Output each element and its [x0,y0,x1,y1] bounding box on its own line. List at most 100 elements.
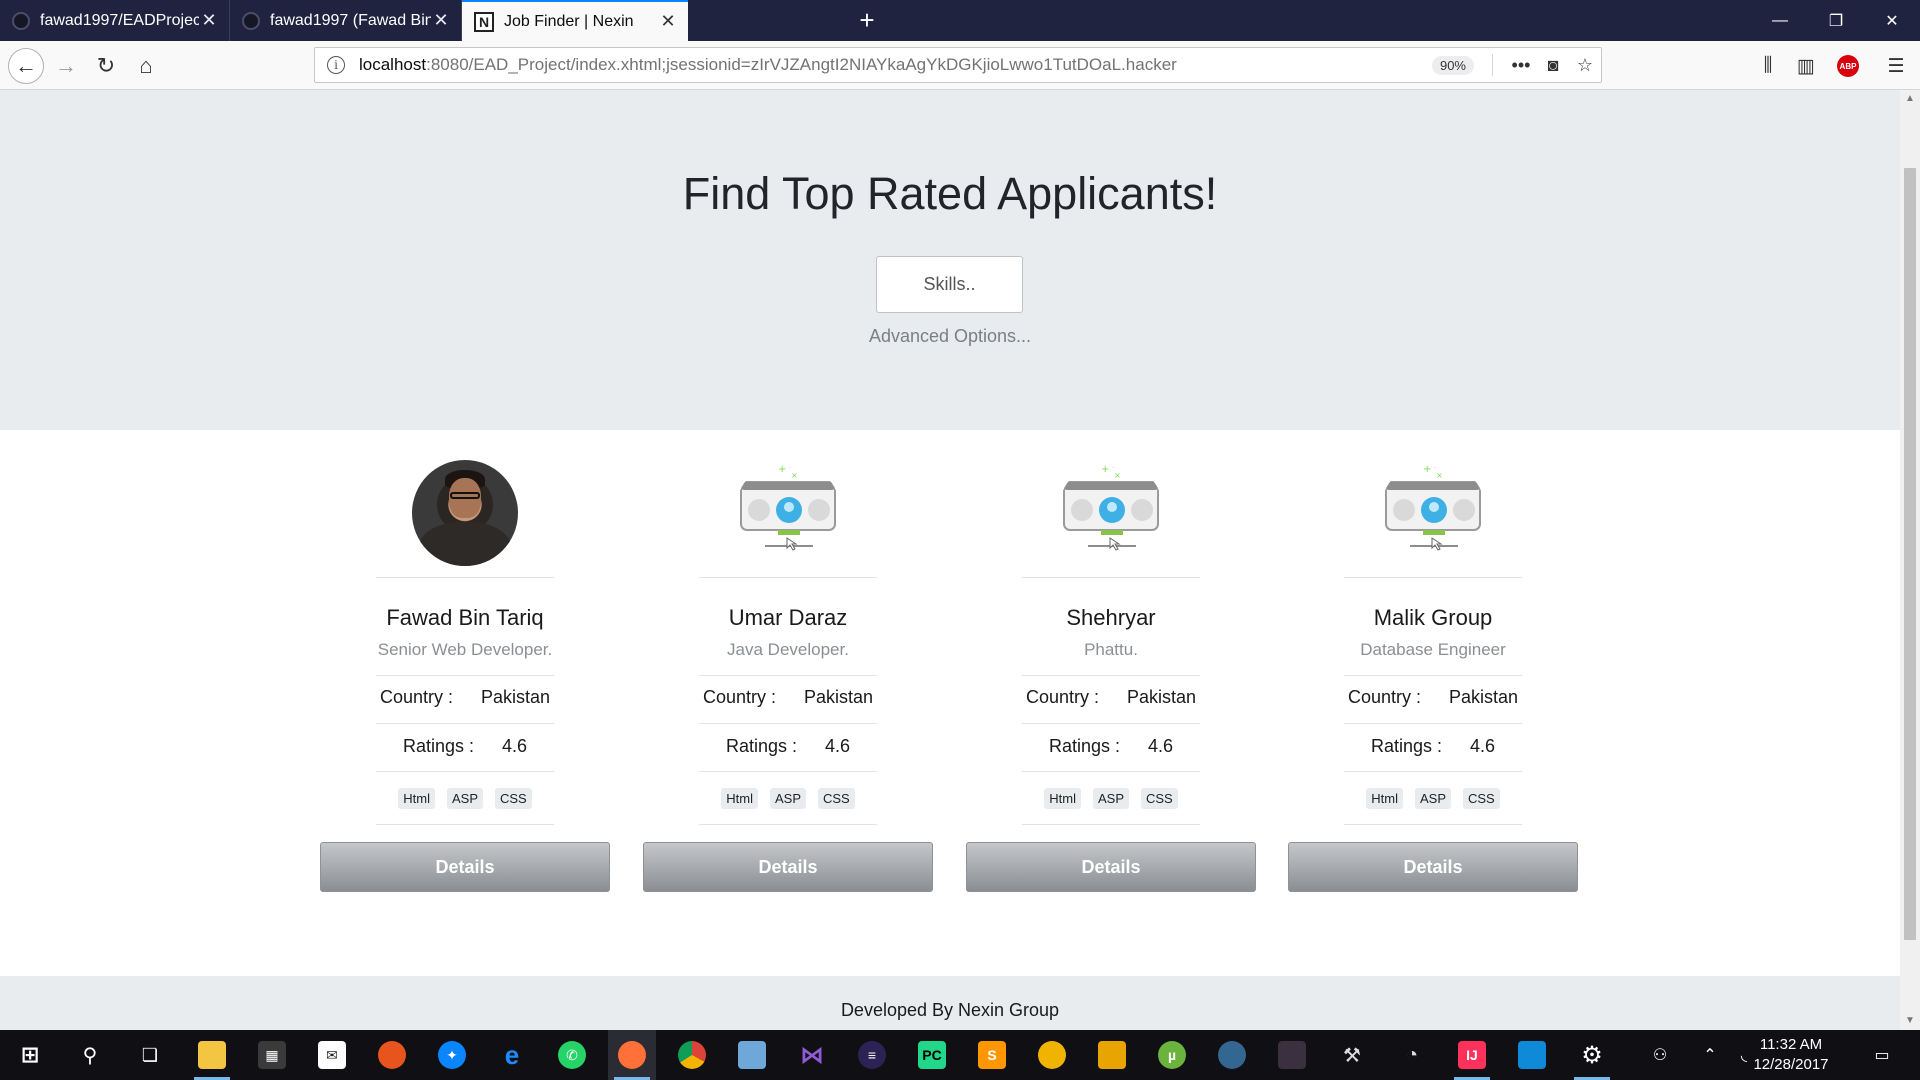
applicant-name: Fawad Bin Tariq [386,605,544,630]
minimize-button[interactable]: — [1752,0,1808,41]
country-label: Country : [1347,687,1421,707]
reload-button[interactable]: ↻ [88,48,124,84]
scroll-down-icon[interactable]: ▼ [1900,1012,1920,1030]
svg-text:×: × [791,471,798,480]
ratings-value: 4.6 [1148,736,1174,756]
skill-tag: Html [1044,788,1081,809]
system-clock[interactable]: 11:32 AM 12/28/2017 [1746,1035,1836,1075]
adblock-icon[interactable]: ABP [1837,55,1859,77]
taskbar-sublime[interactable]: S [968,1030,1016,1080]
folder-icon [198,1041,226,1069]
taskbar-file-explorer[interactable] [188,1030,236,1080]
card-divider [376,824,554,825]
scroll-up-icon[interactable]: ▲ [1900,90,1920,108]
tab-github-project[interactable]: fawad1997/EADProject: Initial C ✕ [0,0,230,41]
page-title: Find Top Rated Applicants! [682,168,1218,219]
menu-icon[interactable]: ☰ [1882,53,1910,79]
taskbar-intellij[interactable]: IJ [1448,1030,1496,1080]
sidebar-icon[interactable]: ▥ [1792,53,1820,79]
taskbar-virtualbox[interactable] [728,1030,776,1080]
card-divider [1022,675,1200,676]
taskbar-whatsapp[interactable]: ✆ [548,1030,596,1080]
tab-title: fawad1997 (Fawad Bin Tariq) [270,11,431,29]
taskbar-store[interactable]: ▦ [248,1030,296,1080]
people-icon[interactable]: ⚇ [1640,1030,1680,1080]
skill-tag: CSS [1141,788,1178,809]
ratings-row: Ratings : 4.6 [966,736,1256,757]
back-button[interactable]: ← [8,48,44,84]
applicant-name: Umar Daraz [728,605,848,630]
clock-time: 11:32 AM [1759,1036,1823,1053]
country-value: Pakistan [1126,687,1197,707]
visual-studio-icon: ⋈ [800,1041,824,1069]
taskbar-edge[interactable]: e [488,1030,536,1080]
taskbar-app-orange[interactable] [368,1030,416,1080]
page-actions-icon[interactable]: ••• [1505,55,1537,76]
url-text[interactable]: localhost:8080/EAD_Project/index.xhtml;j… [359,55,1432,75]
tools-icon: ⚒ [1343,1044,1361,1067]
scroll-thumb[interactable] [1904,168,1916,940]
chevron-up-icon[interactable]: ⌃ [1690,1030,1730,1080]
close-icon[interactable]: ✕ [431,10,451,31]
zoom-badge[interactable]: 90% [1431,55,1474,75]
clock-date: 12/28/2017 [1753,1056,1829,1073]
taskbar-app-blue[interactable] [1508,1030,1556,1080]
taskbar-tools[interactable]: ⚒ [1328,1030,1376,1080]
taskbar-app-yellow[interactable] [1028,1030,1076,1080]
new-tab-button[interactable]: + [852,5,882,35]
sublime-icon: S [978,1041,1006,1069]
taskbar-speed[interactable]: ◔ [1388,1030,1436,1080]
taskbar-pycharm[interactable]: PC [908,1030,956,1080]
home-button[interactable]: ⌂ [128,48,164,84]
details-button[interactable]: Details [643,842,933,892]
country-label: Country : [379,687,453,707]
library-icon[interactable]: ⫼ [1754,53,1782,79]
card-divider [699,771,877,772]
taskbar-firefox[interactable] [608,1030,656,1080]
tab-github-profile[interactable]: fawad1997 (Fawad Bin Tariq) ✕ [230,0,462,41]
task-view-icon: ❏ [141,1044,159,1065]
skill-tags: Html ASP CSS [966,788,1256,809]
details-button[interactable]: Details [1288,842,1578,892]
card-divider [1022,723,1200,724]
taskbar-chrome[interactable] [668,1030,716,1080]
taskbar-messenger[interactable]: ✦ [428,1030,476,1080]
restore-button[interactable]: ❐ [1808,0,1864,41]
advanced-options-link[interactable]: Advanced Options... [0,326,1900,347]
card-divider [1344,771,1522,772]
taskbar-utorrent[interactable]: µ [1148,1030,1196,1080]
pocket-icon[interactable]: ◙ [1537,55,1569,76]
country-label: Country : [1025,687,1099,707]
notification-icon[interactable]: ▭ [1862,1030,1902,1080]
skill-tag: CSS [818,788,855,809]
bookmark-star-icon[interactable]: ☆ [1569,55,1601,76]
ratings-label: Ratings : [1370,736,1442,756]
taskbar-app-frame[interactable] [1088,1030,1136,1080]
taskbar-app-dark[interactable] [1268,1030,1316,1080]
country-row: Country : Pakistan [643,687,933,708]
tab-job-finder[interactable]: N Job Finder | Nexin ✕ [462,0,688,41]
svg-text:+: + [778,464,786,475]
svg-text:+: + [1423,464,1431,475]
taskbar-settings[interactable]: ⚙ [1568,1030,1616,1080]
start-button[interactable]: ⊞ [6,1030,54,1080]
close-icon[interactable]: ✕ [199,10,219,31]
search-button[interactable]: ⚲ [66,1030,114,1080]
ratings-value: 4.6 [825,736,851,756]
taskbar-visual-studio[interactable]: ⋈ [788,1030,836,1080]
skills-button[interactable]: Skills.. [876,256,1023,313]
details-button[interactable]: Details [320,842,610,892]
forward-button[interactable]: → [48,48,84,84]
close-icon[interactable]: ✕ [658,11,678,32]
close-window-button[interactable]: ✕ [1864,0,1920,41]
info-icon[interactable]: i [327,56,345,74]
taskbar-eclipse[interactable]: ≡ [848,1030,896,1080]
details-button[interactable]: Details [966,842,1256,892]
page-scrollbar[interactable]: ▲ ▼ [1900,90,1920,1030]
windows-taskbar: ⊞ ⚲ ❏ ▦ ✉ ✦ e ✆ ⋈ ≡ PC S µ ⚒ ◔ IJ ⚙ ⚇ ⌃ … [0,1030,1920,1080]
url-bar[interactable]: i localhost:8080/EAD_Project/index.xhtml… [314,47,1602,83]
taskbar-mail[interactable]: ✉ [308,1030,356,1080]
applicant-name: Shehryar [1066,605,1156,630]
taskbar-postgres[interactable] [1208,1030,1256,1080]
task-view-button[interactable]: ❏ [126,1030,174,1080]
